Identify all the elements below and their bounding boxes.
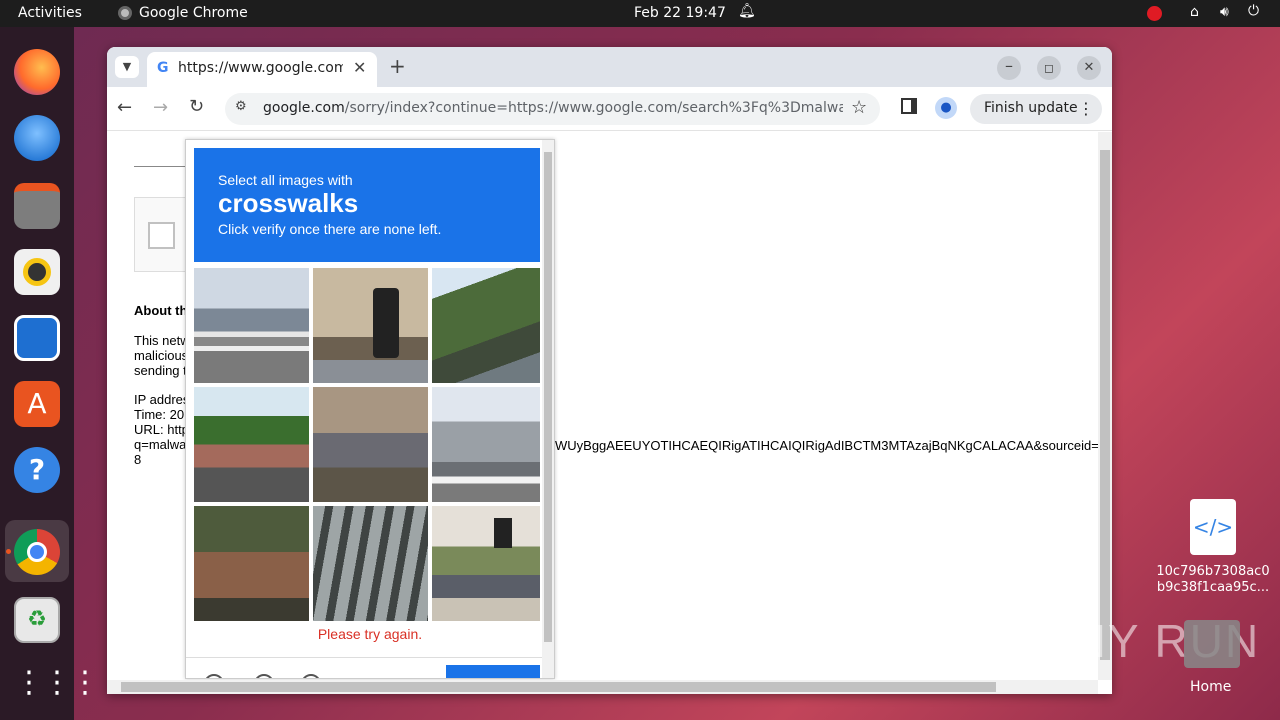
volume-icon[interactable]: 🔊︎ xyxy=(1220,4,1229,20)
writer-icon[interactable] xyxy=(14,315,60,361)
tab-search-chevron-icon[interactable]: ▼ xyxy=(115,56,139,78)
captcha-info-icon[interactable] xyxy=(301,674,321,678)
thunderbird-icon[interactable] xyxy=(14,115,60,161)
chrome-window: ▼ G https://www.google.com ✕ + – ◻ ✕ ← →… xyxy=(107,47,1112,694)
chrome-icon[interactable] xyxy=(14,529,60,575)
captcha-tile-5[interactable] xyxy=(313,387,428,502)
running-indicator xyxy=(6,549,11,554)
reload-icon[interactable]: ↻ xyxy=(189,96,204,117)
address-bar[interactable]: ⚙ google.com/sorry/index?continue=https:… xyxy=(225,93,880,125)
captcha-tile-6[interactable] xyxy=(432,387,540,502)
captcha-challenge: Select all images with crosswalks Click … xyxy=(185,139,555,679)
close-window-icon[interactable]: ✕ xyxy=(1077,56,1101,80)
captcha-tile-4[interactable] xyxy=(194,387,309,502)
bell-icon: 🔔︎ xyxy=(738,3,756,19)
home-folder-icon[interactable] xyxy=(1184,620,1240,668)
trash-icon[interactable]: ♻ xyxy=(14,597,60,643)
tab-active[interactable]: G https://www.google.com ✕ xyxy=(147,52,377,87)
page-content: About th This netw malicious sending t IP … xyxy=(107,132,1112,694)
show-apps-icon[interactable]: ⋮⋮⋮ xyxy=(14,663,100,709)
url-tail-text: WUyBggAEEUYOTIHCAEQIRigATIHCAIQIRigAdIBC… xyxy=(555,438,1100,453)
recaptcha-checkbox[interactable] xyxy=(148,222,175,249)
finish-update-label: Finish update xyxy=(984,100,1078,116)
vertical-scrollbar[interactable] xyxy=(1098,132,1112,680)
captcha-scroll-thumb[interactable] xyxy=(544,152,552,642)
new-tab-plus-icon[interactable]: + xyxy=(389,54,406,78)
tab-close-icon[interactable]: ✕ xyxy=(353,58,366,77)
minimize-icon[interactable]: – xyxy=(997,56,1021,80)
horizontal-scrollbar[interactable] xyxy=(107,680,1098,694)
captcha-footer-divider xyxy=(186,657,554,658)
menu-kebab-icon: ⋮ xyxy=(1078,99,1094,118)
maximize-icon[interactable]: ◻ xyxy=(1037,56,1061,80)
captcha-verify-button[interactable] xyxy=(446,665,540,678)
back-arrow-icon[interactable]: ← xyxy=(117,97,132,118)
captcha-audio-icon[interactable] xyxy=(254,674,274,678)
network-icon[interactable]: ⌂ xyxy=(1190,4,1199,20)
ip-info-text: IP addres Time: 20 URL: http q=malwa 8 xyxy=(134,392,190,467)
url-host: google.com xyxy=(263,100,345,116)
captcha-subinstruction: Click verify once there are none left. xyxy=(218,221,442,237)
finish-update-button[interactable]: Finish update ⋮ xyxy=(970,94,1102,124)
app-center-icon[interactable]: A xyxy=(14,381,60,427)
captcha-tile-7[interactable] xyxy=(194,506,309,621)
captcha-tile-1[interactable] xyxy=(194,268,309,383)
stop-indicator-icon[interactable] xyxy=(1147,6,1162,21)
site-info-icon[interactable]: ⚙ xyxy=(235,99,247,114)
toolbar: ← → ↻ ⚙ google.com/sorry/index?continue=… xyxy=(107,87,1112,131)
captcha-error: Please try again. xyxy=(317,626,423,642)
app-menu[interactable]: Google Chrome xyxy=(139,5,248,21)
forward-arrow-icon[interactable]: → xyxy=(153,97,168,118)
chrome-small-icon xyxy=(118,6,132,20)
tab-strip: ▼ G https://www.google.com ✕ + – ◻ ✕ xyxy=(107,47,1112,87)
captcha-target-word: crosswalks xyxy=(218,188,359,218)
about-heading: About th xyxy=(134,303,188,318)
side-panel-icon[interactable] xyxy=(901,98,917,114)
power-icon[interactable]: ⏻ xyxy=(1248,3,1259,19)
html-file-icon[interactable]: </> xyxy=(1190,499,1236,555)
rhythmbox-icon[interactable] xyxy=(14,249,60,295)
google-favicon-icon: G xyxy=(157,60,169,76)
dock: A ? ♻ ⋮⋮⋮ xyxy=(0,27,100,720)
captcha-tile-2[interactable] xyxy=(313,268,428,383)
captcha-scrollbar[interactable] xyxy=(542,140,554,678)
captcha-tile-9[interactable] xyxy=(432,506,540,621)
activities-button[interactable]: Activities xyxy=(18,5,82,21)
files-icon[interactable] xyxy=(14,183,60,229)
captcha-reload-icon[interactable] xyxy=(204,674,224,678)
home-label[interactable]: Home xyxy=(1190,679,1231,695)
clock[interactable]: Feb 22 19:47 xyxy=(634,5,726,21)
help-icon[interactable]: ? xyxy=(14,447,60,493)
horizontal-scroll-thumb[interactable] xyxy=(121,682,996,692)
about-text: This netw malicious sending t xyxy=(134,333,190,378)
bookmark-star-icon[interactable]: ☆ xyxy=(851,97,867,118)
captcha-tile-8[interactable] xyxy=(313,506,428,621)
firefox-icon[interactable] xyxy=(14,49,60,95)
url-path: /sorry/index?continue=https://www.google… xyxy=(344,100,843,116)
captcha-instruction: Select all images with xyxy=(218,172,353,188)
captcha-tile-3[interactable] xyxy=(432,268,540,383)
profile-avatar-icon[interactable]: ● xyxy=(935,97,957,119)
vertical-scroll-thumb[interactable] xyxy=(1100,150,1110,660)
captcha-header: Select all images with crosswalks Click … xyxy=(194,148,540,262)
desktop-file-label[interactable]: 10c796b7308ac0 b9c38f1caa95c... xyxy=(1150,564,1276,596)
top-bar: Activities Google Chrome Feb 22 19:47 🔔︎… xyxy=(0,0,1280,27)
tab-title: https://www.google.com xyxy=(178,60,343,76)
